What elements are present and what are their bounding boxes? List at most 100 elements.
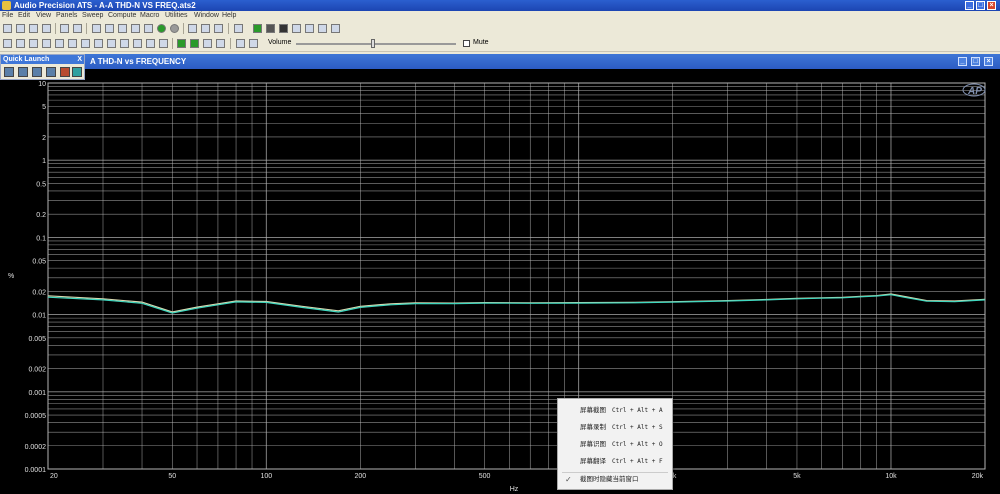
volume-slider-thumb[interactable] [370,39,375,48]
thd-n-chart: 10 5 2 1 0.5 0.2 0.1 0.05 0.02 0.01 0.005 0.002 0.00… [8,81,986,493]
list-icon[interactable] [146,39,155,48]
ql-analyzer-icon[interactable] [4,67,14,77]
ql-record-icon[interactable] [60,67,70,77]
window-icon[interactable] [216,39,225,48]
y-tick-label: 2 [42,135,46,142]
analyzer-icon[interactable] [29,39,38,48]
x-axis-label: Hz [510,486,519,493]
context-menu-item-screen-ocr[interactable]: 屏幕识图 Ctrl + Alt + O [558,437,672,453]
y-tick-label: 0.005 [28,336,46,343]
stop-circle-icon[interactable] [170,24,179,33]
compare-icon[interactable] [133,39,142,48]
stop-icon[interactable] [279,24,288,33]
undo-icon[interactable] [92,24,101,33]
play-icon[interactable] [253,24,262,33]
menu-window[interactable]: Window [194,11,219,21]
minimize-button[interactable]: _ [965,1,974,10]
menu-help[interactable]: Help [222,11,236,21]
meter-icon[interactable] [55,39,64,48]
menu-utilities[interactable]: Utilities [165,11,188,21]
graph-area[interactable]: 10 5 2 1 0.5 0.2 0.1 0.05 0.02 0.01 0.005 0.002 0.00… [0,69,1000,494]
panel-icon[interactable] [234,24,243,33]
y-tick-label: 0.0005 [25,413,47,420]
cut-icon[interactable] [105,24,114,33]
new-file-icon[interactable] [3,24,12,33]
ql-generator-icon[interactable] [18,67,28,77]
menu-bar: File Edit View Panels Sweep Compute Macr… [0,11,1000,21]
generator-icon[interactable] [42,39,51,48]
menu-sweep[interactable]: Sweep [82,11,103,21]
menu-file[interactable]: File [2,11,13,21]
settings-icon[interactable] [318,24,327,33]
quick-launch-close-button[interactable]: X [77,55,82,64]
chart-icon[interactable] [203,39,212,48]
x-tick-label: 5k [793,473,801,480]
paste-icon[interactable] [131,24,140,33]
volume-slider[interactable] [296,43,456,45]
save-icon[interactable] [29,24,38,33]
edit-icon[interactable] [236,39,245,48]
ql-spectrum-icon[interactable] [72,67,82,77]
quick-launch-panel: Quick Launch X [0,54,85,80]
sweep-icon[interactable] [305,24,314,33]
menu-macro[interactable]: Macro [140,11,159,21]
ql-scope-icon[interactable] [32,67,42,77]
y-tick-label: 10 [38,81,46,88]
arrow-down-icon[interactable] [190,39,199,48]
panel-close-button[interactable]: × [984,57,993,66]
arrow-right-icon[interactable] [177,39,186,48]
menu-view[interactable]: View [36,11,51,21]
save-all-icon[interactable] [42,24,51,33]
quick-launch-header: Quick Launch X [1,55,84,64]
pause-icon[interactable] [266,24,275,33]
properties-icon[interactable] [249,39,258,48]
y-tick-label: 0.001 [28,390,46,397]
print-icon[interactable] [60,24,69,33]
panel-minimize-button[interactable]: _ [958,57,967,66]
context-menu-item-screenshot[interactable]: 屏幕截图 Ctrl + Alt + A [558,403,672,419]
help-icon[interactable] [331,24,340,33]
cursor-icon[interactable] [16,39,25,48]
ql-meter-icon[interactable] [46,67,56,77]
zoom-in-icon[interactable] [201,24,210,33]
waveform-icon[interactable] [120,39,129,48]
mute-checkbox[interactable] [463,40,470,47]
filter-icon[interactable] [68,39,77,48]
maximize-button[interactable]: □ [976,1,985,10]
monitor-icon[interactable] [94,39,103,48]
menu-compute[interactable]: Compute [108,11,136,21]
graph-panel-titlebar: A THD-N vs FREQUENCY _ □ × [85,54,1000,69]
copy-icon[interactable] [118,24,127,33]
speaker-icon[interactable] [107,39,116,48]
hand-icon[interactable] [292,24,301,33]
close-button[interactable]: × [987,1,996,10]
context-menu-item-screen-translate[interactable]: 屏幕翻译 Ctrl + Alt + F [558,454,672,470]
y-tick-label: 0.0002 [25,444,47,451]
panel-a-icon[interactable] [3,39,12,48]
context-menu-item-screen-record[interactable]: 屏幕录制 Ctrl + Alt + S [558,420,672,436]
x-tick-label: 200 [354,473,366,480]
y-axis-label: % [8,273,14,280]
table-icon[interactable] [159,39,168,48]
y-tick-label: 0.02 [32,289,46,296]
toolbar-main [0,21,1000,37]
menu-edit[interactable]: Edit [18,11,30,21]
window-title: Audio Precision ATS - A-A THD-N VS FREQ.… [14,1,196,10]
graph-icon[interactable] [188,24,197,33]
print-preview-icon[interactable] [73,24,82,33]
panel-maximize-button[interactable]: □ [971,57,980,66]
menu-panels[interactable]: Panels [56,11,77,21]
x-tick-label: 20 [50,473,58,480]
quick-launch-title: Quick Launch [3,56,50,63]
go-icon[interactable] [157,24,166,33]
delete-icon[interactable] [144,24,153,33]
graph-panel-title: A THD-N vs FREQUENCY [90,57,187,66]
zoom-out-icon[interactable] [214,24,223,33]
open-file-icon[interactable] [16,24,25,33]
data-icon[interactable] [81,39,90,48]
x-tick-label: 10k [885,473,897,480]
x-tick-label: 500 [479,473,491,480]
title-bar: Audio Precision ATS - A-A THD-N VS FREQ.… [0,0,1000,11]
toolbar-panels: Volume Mute [0,36,1000,52]
context-menu-item-hide-window[interactable]: ✓ 截图时隐藏当前窗口 [558,472,672,488]
